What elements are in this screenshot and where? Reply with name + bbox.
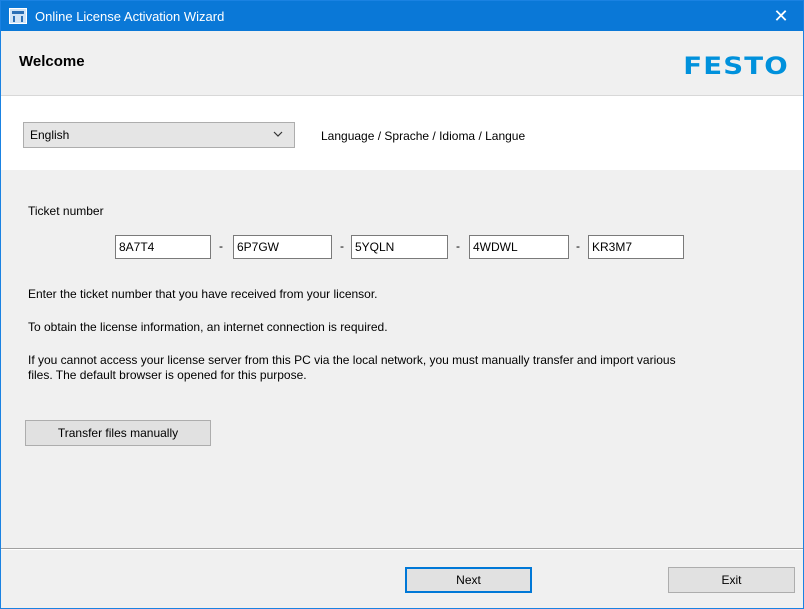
title-bar[interactable]: Online License Activation Wizard ✕ [1, 1, 803, 31]
info-text-ticket: Enter the ticket number that you have re… [28, 287, 378, 301]
ticket-part-4-input[interactable] [469, 235, 569, 259]
language-panel: English Language / Sprache / Idioma / La… [1, 96, 803, 170]
ticket-part-1-input[interactable] [115, 235, 211, 259]
wizard-content: Ticket number - - - - Enter the ticket n… [1, 170, 803, 520]
app-icon [9, 8, 27, 24]
ticket-separator: - [219, 239, 223, 253]
language-selected-value: English [30, 128, 70, 142]
ticket-number-label: Ticket number [28, 204, 104, 218]
ticket-separator: - [576, 239, 580, 253]
transfer-files-manually-button[interactable]: Transfer files manually [25, 420, 211, 446]
exit-button[interactable]: Exit [668, 567, 795, 593]
wizard-header: Welcome FESTO [1, 31, 803, 96]
next-button[interactable]: Next [405, 567, 532, 593]
info-text-internet: To obtain the license information, an in… [28, 320, 388, 334]
footer-divider-highlight [1, 549, 803, 550]
wizard-window: Online License Activation Wizard ✕ Welco… [0, 0, 804, 609]
language-dropdown[interactable]: English [23, 122, 295, 148]
festo-logo: FESTO [683, 52, 789, 80]
page-title: Welcome [19, 53, 85, 70]
info-text-manual-line-2: files. The default browser is opened for… [28, 368, 307, 382]
ticket-part-3-input[interactable] [351, 235, 448, 259]
ticket-separator: - [340, 239, 344, 253]
ticket-separator: - [456, 239, 460, 253]
ticket-part-2-input[interactable] [233, 235, 332, 259]
info-text-manual-line-1: If you cannot access your license server… [28, 353, 676, 367]
language-caption: Language / Sprache / Idioma / Langue [321, 129, 526, 143]
window-title: Online License Activation Wizard [35, 8, 225, 24]
chevron-down-icon [272, 128, 284, 143]
ticket-part-5-input[interactable] [588, 235, 684, 259]
close-icon[interactable]: ✕ [759, 1, 803, 31]
